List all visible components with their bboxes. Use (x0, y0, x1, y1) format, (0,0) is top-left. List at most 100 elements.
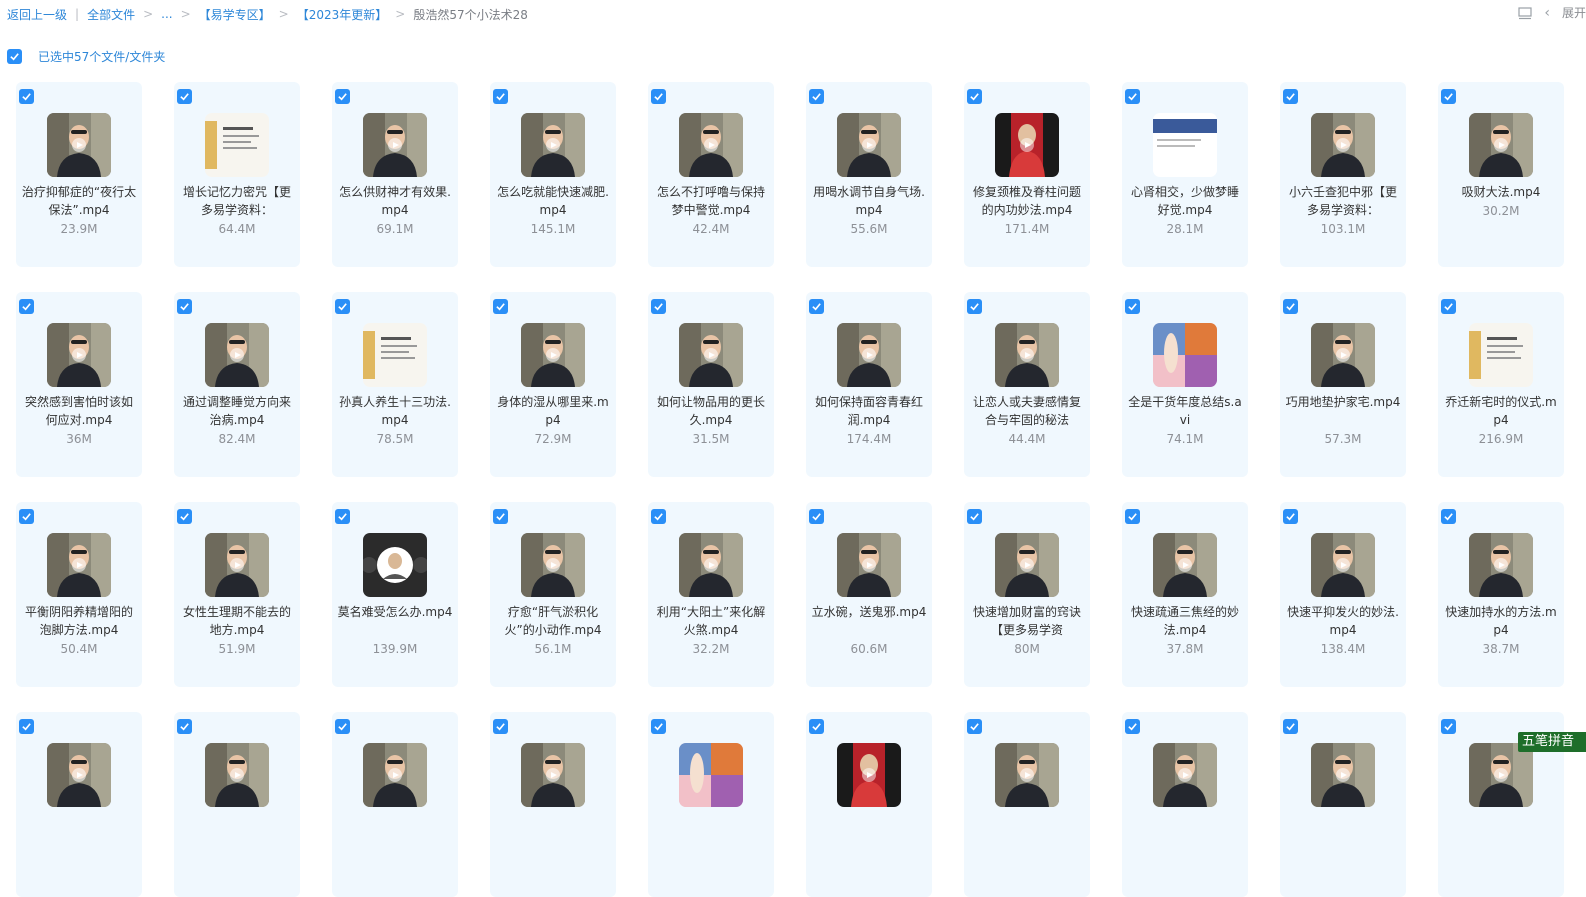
file-name[interactable]: 乔迁新宅时的仪式.mp4 (1442, 393, 1560, 429)
file-name[interactable]: 如何让物品用的更长久.mp4 (652, 393, 770, 429)
video-thumbnail[interactable] (363, 113, 427, 177)
file-card[interactable]: 用喝水调节自身气场.mp4 55.6M (806, 82, 932, 267)
file-name[interactable]: 通过调整睡觉方向来治病.mp4 (178, 393, 296, 429)
video-thumbnail[interactable] (521, 743, 585, 807)
file-checkbox[interactable] (1283, 89, 1298, 104)
video-thumbnail[interactable] (47, 323, 111, 387)
file-checkbox[interactable] (1441, 719, 1456, 734)
file-name[interactable] (336, 813, 454, 849)
file-checkbox[interactable] (1125, 509, 1140, 524)
file-name[interactable]: 巧用地垫护家宅.mp4 (1284, 393, 1402, 429)
video-thumbnail[interactable] (1153, 533, 1217, 597)
video-thumbnail[interactable] (1311, 743, 1375, 807)
file-name[interactable] (494, 813, 612, 849)
file-card[interactable] (1280, 712, 1406, 897)
breadcrumb-folder-2023[interactable]: 【2023年更新】 (297, 6, 388, 23)
file-card[interactable]: 全是干货年度总结s.avi 74.1M (1122, 292, 1248, 477)
file-name[interactable]: 快速平抑发火的妙法.mp4 (1284, 603, 1402, 639)
file-card[interactable]: 让恋人或夫妻感情复合与牢固的秘法 44.4M (964, 292, 1090, 477)
file-checkbox[interactable] (19, 89, 34, 104)
file-card[interactable]: 通过调整睡觉方向来治病.mp4 82.4M (174, 292, 300, 477)
file-card[interactable]: 平衡阴阳养精增阳的泡脚方法.mp4 50.4M (16, 502, 142, 687)
file-checkbox[interactable] (809, 509, 824, 524)
file-checkbox[interactable] (1441, 509, 1456, 524)
file-card[interactable]: 身体的湿从哪里来.mp4 72.9M (490, 292, 616, 477)
file-card[interactable]: 如何让物品用的更长久.mp4 31.5M (648, 292, 774, 477)
video-thumbnail[interactable] (679, 323, 743, 387)
file-name[interactable]: 突然感到害怕时该如何应对.mp4 (20, 393, 138, 429)
video-thumbnail[interactable] (837, 533, 901, 597)
file-name[interactable]: 快速加持水的方法.mp4 (1442, 603, 1560, 639)
file-name[interactable] (968, 813, 1086, 849)
list-view-icon[interactable] (1518, 6, 1532, 20)
file-checkbox[interactable] (493, 299, 508, 314)
file-checkbox[interactable] (967, 299, 982, 314)
file-card[interactable] (490, 712, 616, 897)
chevron-left-icon[interactable]: ‹ (1544, 5, 1550, 21)
all-files-link[interactable]: 全部文件 (87, 6, 135, 23)
file-card[interactable]: 快速疏通三焦经的妙法.mp4 37.8M (1122, 502, 1248, 687)
file-checkbox[interactable] (1125, 299, 1140, 314)
video-thumbnail[interactable] (363, 743, 427, 807)
file-name[interactable] (652, 813, 770, 849)
file-name[interactable]: 快速增加财富的窍诀【更多易学资 (968, 603, 1086, 639)
file-card[interactable] (332, 712, 458, 897)
file-name[interactable] (178, 813, 296, 849)
file-checkbox[interactable] (177, 299, 192, 314)
document-thumbnail[interactable] (363, 323, 427, 387)
file-checkbox[interactable] (19, 299, 34, 314)
file-card[interactable]: 治疗抑郁症的“夜行太保法”.mp4 23.9M (16, 82, 142, 267)
file-card[interactable]: 乔迁新宅时的仪式.mp4 216.9M (1438, 292, 1564, 477)
file-card[interactable]: 快速加持水的方法.mp4 38.7M (1438, 502, 1564, 687)
file-checkbox[interactable] (335, 509, 350, 524)
breadcrumb-ellipsis[interactable]: ... (161, 7, 172, 21)
file-checkbox[interactable] (177, 509, 192, 524)
document-thumbnail[interactable] (1469, 323, 1533, 387)
file-card[interactable] (174, 712, 300, 897)
file-card[interactable]: 女性生理期不能去的地方.mp4 51.9M (174, 502, 300, 687)
file-card[interactable]: 孙真人养生十三功法.mp4 78.5M (332, 292, 458, 477)
video-thumbnail[interactable] (679, 533, 743, 597)
file-name[interactable]: 增长记忆力密咒【更多易学资料： (178, 183, 296, 219)
video-thumbnail[interactable] (1311, 113, 1375, 177)
file-checkbox[interactable] (809, 719, 824, 734)
file-card[interactable]: 如何保持面容青春红润.mp4 174.4M (806, 292, 932, 477)
file-card[interactable] (806, 712, 932, 897)
file-card[interactable]: 突然感到害怕时该如何应对.mp4 36M (16, 292, 142, 477)
file-checkbox[interactable] (1283, 299, 1298, 314)
video-thumbnail[interactable] (837, 113, 901, 177)
file-name[interactable]: 立水碗，送鬼邪.mp4 (810, 603, 928, 639)
file-name[interactable]: 怎么供财神才有效果.mp4 (336, 183, 454, 219)
file-checkbox[interactable] (1125, 719, 1140, 734)
file-checkbox[interactable] (1441, 89, 1456, 104)
video-thumbnail[interactable] (995, 323, 1059, 387)
file-name[interactable]: 治疗抑郁症的“夜行太保法”.mp4 (20, 183, 138, 219)
file-name[interactable] (20, 813, 138, 849)
file-checkbox[interactable] (651, 299, 666, 314)
video-thumbnail[interactable] (205, 533, 269, 597)
file-name[interactable] (810, 813, 928, 849)
breadcrumb-folder-yixue[interactable]: 【易学专区】 (199, 6, 271, 23)
file-name[interactable]: 用喝水调节自身气场.mp4 (810, 183, 928, 219)
file-card[interactable] (16, 712, 142, 897)
file-name[interactable] (1284, 813, 1402, 849)
video-thumbnail[interactable] (1311, 323, 1375, 387)
file-card[interactable]: 疗愈“肝气淤积化火”的小动作.mp4 56.1M (490, 502, 616, 687)
video-thumbnail[interactable] (47, 743, 111, 807)
video-thumbnail[interactable] (1153, 323, 1217, 387)
file-checkbox[interactable] (493, 509, 508, 524)
file-checkbox[interactable] (177, 89, 192, 104)
file-checkbox[interactable] (967, 509, 982, 524)
file-card[interactable]: 莫名难受怎么办.mp4 139.9M (332, 502, 458, 687)
video-thumbnail[interactable] (679, 743, 743, 807)
file-checkbox[interactable] (967, 89, 982, 104)
file-checkbox[interactable] (809, 299, 824, 314)
video-thumbnail[interactable] (995, 113, 1059, 177)
file-checkbox[interactable] (493, 719, 508, 734)
file-checkbox[interactable] (1125, 89, 1140, 104)
file-name[interactable]: 如何保持面容青春红润.mp4 (810, 393, 928, 429)
file-name[interactable]: 全是干货年度总结s.avi (1126, 393, 1244, 429)
file-card[interactable]: 吸财大法.mp4 30.2M (1438, 82, 1564, 267)
file-name[interactable]: 心肾相交，少做梦睡好觉.mp4 (1126, 183, 1244, 219)
file-name[interactable]: 修复颈椎及脊柱问题的内功妙法.mp4 (968, 183, 1086, 219)
